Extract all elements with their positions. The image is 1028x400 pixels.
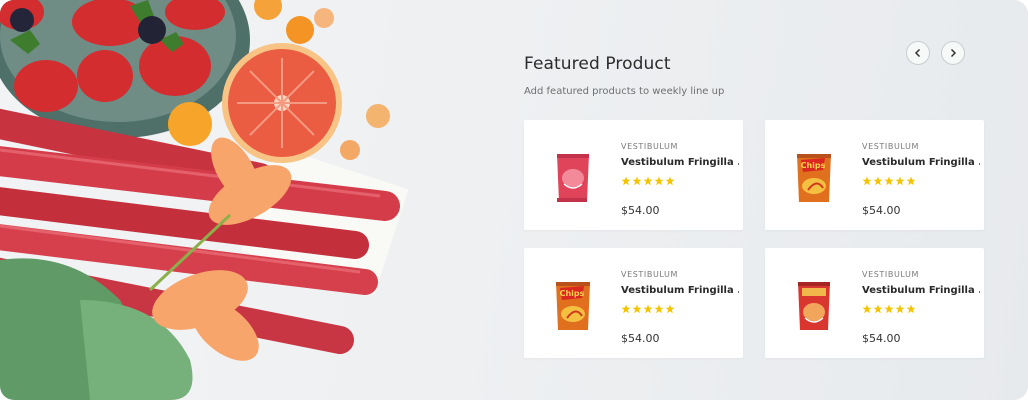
star-icon <box>895 176 905 186</box>
product-price: $54.00 <box>621 204 660 217</box>
product-card[interactable]: Chips VESTIBULUM Vestibulum Fringilla ..… <box>765 120 984 230</box>
product-name[interactable]: Vestibulum Fringilla ... <box>621 157 739 168</box>
star-icon <box>884 304 894 314</box>
rating-stars <box>621 304 675 314</box>
star-icon <box>873 176 883 186</box>
snack-bag-red-icon <box>557 154 589 202</box>
product-category: VESTIBULUM <box>621 270 679 279</box>
star-icon <box>632 304 642 314</box>
star-icon <box>862 304 872 314</box>
product-price: $54.00 <box>862 332 901 345</box>
star-icon <box>621 304 631 314</box>
star-icon <box>884 176 894 186</box>
fruit-still-life-image <box>0 0 409 400</box>
chevron-left-icon <box>914 48 921 58</box>
star-icon <box>621 176 631 186</box>
star-icon <box>906 176 916 186</box>
product-name[interactable]: Vestibulum Fringilla ... <box>862 157 980 168</box>
rating-stars <box>862 304 916 314</box>
chevron-right-icon <box>950 48 957 58</box>
featured-banner: Featured Product Add featured products t… <box>0 0 1028 400</box>
next-button[interactable] <box>941 41 965 65</box>
star-icon <box>665 304 675 314</box>
product-card[interactable]: VESTIBULUM Vestibulum Fringilla ... $54.… <box>765 248 984 358</box>
rating-stars <box>862 176 916 186</box>
rating-stars <box>621 176 675 186</box>
star-icon <box>873 304 883 314</box>
product-category: VESTIBULUM <box>862 142 920 151</box>
star-icon <box>643 176 653 186</box>
svg-text:Chips: Chips <box>801 161 826 170</box>
star-icon <box>906 304 916 314</box>
chips-bag-icon: Chips <box>556 282 590 330</box>
star-icon <box>632 176 642 186</box>
previous-button[interactable] <box>906 41 930 65</box>
svg-text:Chips: Chips <box>560 289 585 298</box>
star-icon <box>654 176 664 186</box>
product-category: VESTIBULUM <box>621 142 679 151</box>
star-icon <box>862 176 872 186</box>
section-title: Featured Product <box>524 54 671 74</box>
star-icon <box>643 304 653 314</box>
section-subtitle: Add featured products to weekly line up <box>524 86 725 97</box>
product-name[interactable]: Vestibulum Fringilla ... <box>621 285 739 296</box>
star-icon <box>895 304 905 314</box>
chips-bag-icon: Chips <box>797 154 831 202</box>
product-price: $54.00 <box>621 332 660 345</box>
product-card[interactable]: Chips VESTIBULUM Vestibulum Fringilla ..… <box>524 248 743 358</box>
product-category: VESTIBULUM <box>862 270 920 279</box>
star-icon <box>665 176 675 186</box>
star-icon <box>654 304 664 314</box>
product-name[interactable]: Vestibulum Fringilla ... <box>862 285 980 296</box>
snack-bag-red-icon <box>798 282 830 330</box>
product-price: $54.00 <box>862 204 901 217</box>
product-card[interactable]: VESTIBULUM Vestibulum Fringilla ... $54.… <box>524 120 743 230</box>
